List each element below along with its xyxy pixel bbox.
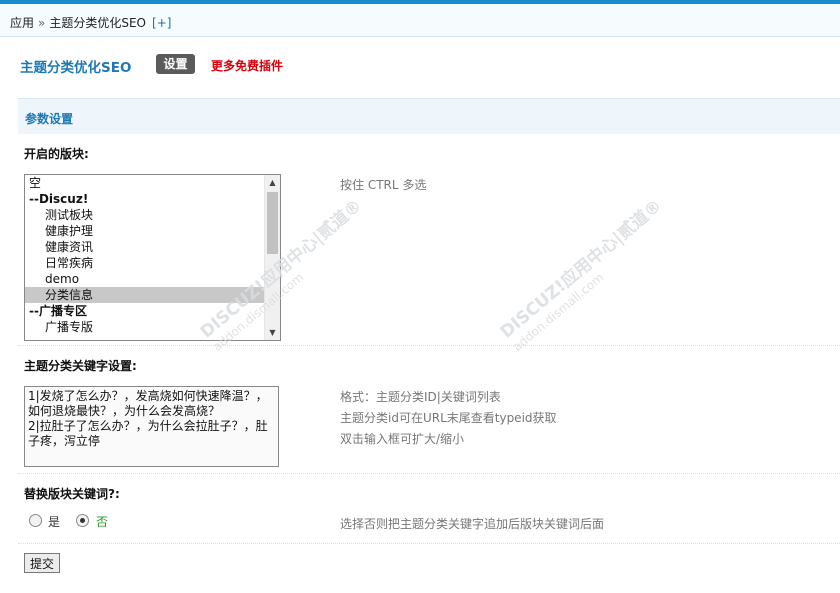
replace-hint: 选择否则把主题分类关键字追加后版块关键词后面 bbox=[340, 517, 605, 531]
more-plugins-link[interactable]: 更多免费插件 bbox=[211, 57, 283, 74]
forum-option[interactable]: 健康护理 bbox=[25, 223, 280, 239]
keywords-hint-line: 格式：主题分类ID|关键词列表 bbox=[340, 390, 501, 404]
plugin-title: 主题分类优化SEO bbox=[20, 60, 132, 76]
watermark-domain: addon.dismall.com bbox=[510, 270, 607, 354]
section-title: 参数设置 bbox=[25, 112, 74, 126]
keywords-hint-line: 双击输入框可扩大/缩小 bbox=[340, 432, 465, 446]
submit-button[interactable]: 提交 bbox=[24, 553, 60, 573]
breadcrumb-bar: 应用 » 主题分类优化SEO [+] bbox=[0, 4, 840, 37]
forum-option[interactable]: 测试板块 bbox=[25, 207, 280, 223]
forum-option[interactable]: demo bbox=[25, 271, 280, 287]
keywords-hint-line: 主题分类id可在URL末尾查看typeid获取 bbox=[340, 411, 557, 425]
radio-no[interactable] bbox=[76, 514, 89, 527]
radio-yes-label[interactable]: 是 bbox=[48, 513, 60, 530]
row-divider bbox=[18, 345, 840, 346]
row-divider bbox=[18, 473, 840, 474]
section-header: 参数设置 bbox=[18, 98, 840, 134]
forum-option[interactable]: 日常疾病 bbox=[25, 255, 280, 271]
row-divider bbox=[18, 543, 840, 544]
add-shortcut-link[interactable]: [+] bbox=[152, 16, 171, 30]
watermark-brand: DISCUZ!应用中心|贰道® bbox=[496, 195, 667, 343]
forum-option[interactable]: 空 bbox=[25, 175, 280, 191]
keywords-label: 主题分类关键字设置: bbox=[24, 359, 137, 373]
keywords-textarea[interactable]: 1|发烧了怎么办？，发高烧如何快速降温？，如何退烧最快？，为什么会发高烧？ 2|… bbox=[24, 386, 279, 467]
radio-yes[interactable] bbox=[29, 514, 42, 527]
forums-label: 开启的版块: bbox=[24, 147, 89, 161]
scroll-up-icon[interactable]: ▲ bbox=[265, 175, 280, 190]
scroll-down-icon[interactable]: ▼ bbox=[265, 325, 280, 340]
breadcrumb-separator: » bbox=[38, 16, 46, 30]
forum-option[interactable]: 健康资讯 bbox=[25, 239, 280, 255]
breadcrumb: 应用 » 主题分类优化SEO [+] bbox=[10, 14, 171, 31]
breadcrumb-current: 主题分类优化SEO bbox=[49, 16, 147, 30]
tab-settings[interactable]: 设置 bbox=[156, 54, 195, 74]
breadcrumb-root[interactable]: 应用 bbox=[10, 16, 34, 30]
watermark: DISCUZ!应用中心|贰道® addon.dismall.com bbox=[496, 195, 677, 356]
radio-no-label[interactable]: 否 bbox=[96, 513, 108, 530]
forum-group-option[interactable]: --Discuz! bbox=[25, 191, 280, 207]
scrollbar-thumb[interactable] bbox=[267, 192, 278, 254]
keywords-hint: 格式：主题分类ID|关键词列表 主题分类id可在URL末尾查看typeid获取 … bbox=[340, 387, 557, 450]
forums-hint: 按住 CTRL 多选 bbox=[340, 178, 427, 192]
replace-label: 替换版块关键词?: bbox=[24, 487, 120, 501]
